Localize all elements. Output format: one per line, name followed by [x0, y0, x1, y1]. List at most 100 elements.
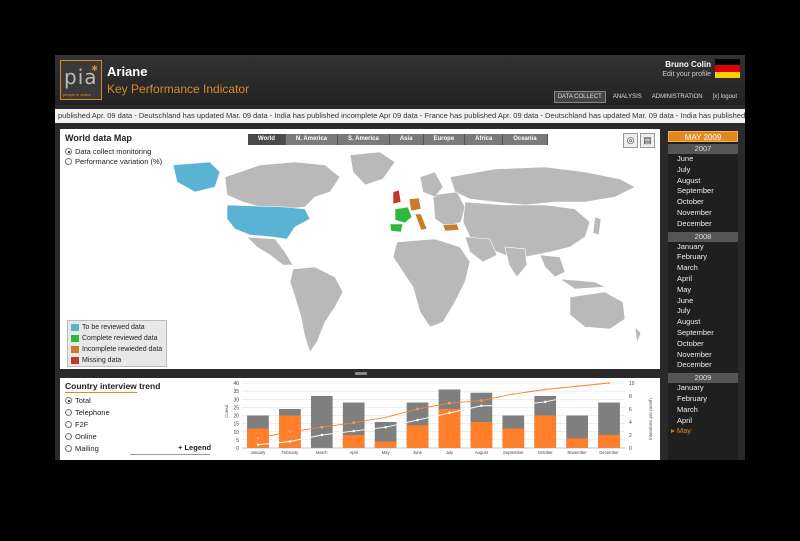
top-navigation: DATA COLLECT ANALYSIS ADMINISTRATION [x]…	[553, 91, 740, 103]
option-label: Mailing	[75, 444, 99, 453]
option-performance-variation[interactable]: Performance variation (%)	[65, 157, 162, 166]
tab-north-america[interactable]: N. America	[285, 134, 339, 145]
tab-africa[interactable]: Africa	[465, 134, 504, 145]
trend-point	[320, 433, 324, 437]
bar-segment	[342, 435, 365, 448]
x-tick-label: October	[538, 450, 554, 455]
panel-splitter-handle[interactable]	[355, 372, 367, 375]
radio-button[interactable]	[65, 148, 72, 155]
country-uk	[392, 189, 402, 205]
option-label: Data collect monitoring	[75, 147, 152, 156]
y-tick-label: 15	[233, 422, 239, 428]
user-name: Bruno Colin	[665, 60, 711, 69]
radio-button[interactable]	[65, 397, 72, 404]
calendar-month[interactable]: May	[668, 285, 738, 296]
country-italy	[414, 213, 428, 231]
option-total[interactable]: Total	[65, 396, 91, 405]
calendar-month[interactable]: January	[668, 383, 738, 394]
calendar-month[interactable]: February	[668, 252, 738, 263]
radio-button[interactable]	[65, 158, 72, 165]
period-calendar: MAY 2009 2007 June July August September Octob…	[668, 131, 738, 460]
option-telephone[interactable]: Telephone	[65, 408, 110, 417]
y2-tick-label: 6	[629, 407, 632, 413]
option-data-collect-monitoring[interactable]: Data collect monitoring	[65, 147, 151, 156]
calendar-year-2009[interactable]: 2009	[668, 373, 738, 384]
legend-label: Missing data	[82, 356, 122, 364]
calendar-month[interactable]: September	[668, 328, 738, 339]
calendar-month[interactable]: March	[668, 405, 738, 416]
calendar-month[interactable]: August	[668, 176, 738, 187]
tab-world[interactable]: World	[248, 134, 286, 145]
calendar-month[interactable]: March	[668, 263, 738, 274]
nav-data-collect[interactable]: DATA COLLECT	[553, 91, 606, 103]
trend-point	[607, 385, 611, 389]
trend-point	[448, 411, 451, 415]
calendar-year-2007[interactable]: 2007	[668, 144, 738, 154]
world-map-panel: World data Map World N. America S. Ameri…	[60, 129, 660, 369]
x-tick-label: January	[251, 450, 267, 455]
calendar-month[interactable]: April	[668, 274, 738, 285]
country-new-zealand	[634, 326, 642, 344]
calendar-month[interactable]: November	[668, 208, 738, 219]
calendar-month[interactable]: September	[668, 186, 738, 197]
trend-point	[512, 404, 515, 407]
nav-analysis[interactable]: ANALYSIS	[610, 92, 645, 102]
radio-button[interactable]	[65, 433, 72, 440]
radio-button[interactable]	[65, 445, 72, 452]
option-label: F2F	[75, 420, 89, 429]
calendar-month[interactable]: ▸ May	[668, 426, 738, 437]
legend-item: Missing data	[71, 355, 166, 365]
germany-flag-icon[interactable]	[715, 59, 740, 78]
logout-link[interactable]: [x] logout	[710, 92, 740, 102]
option-online[interactable]: Online	[65, 432, 97, 441]
table-icon[interactable]: ▤	[640, 133, 655, 148]
calendar-month[interactable]: August	[668, 317, 738, 328]
calendar-month[interactable]: October	[668, 197, 738, 208]
calendar-month[interactable]: June	[668, 154, 738, 165]
y-tick-label: 30	[233, 397, 239, 403]
option-label: Telephone	[75, 408, 110, 417]
country-canada	[224, 161, 341, 210]
tab-asia[interactable]: Asia	[389, 134, 424, 145]
y2-tick-label: 10	[629, 381, 635, 387]
selected-period-header[interactable]: MAY 2009	[668, 131, 738, 142]
legend-swatch	[71, 334, 79, 342]
country-greenland	[349, 151, 396, 186]
globe-icon[interactable]: ◎	[623, 133, 638, 148]
y2-tick-label: 4	[629, 420, 632, 426]
calendar-month[interactable]: January	[668, 242, 738, 253]
pia-logo: pia ✱ people in action	[60, 60, 102, 100]
nav-administration[interactable]: ADMINISTRATION	[649, 92, 706, 102]
flag-stripe	[715, 71, 740, 78]
radio-button[interactable]	[65, 409, 72, 416]
calendar-month[interactable]: February	[668, 394, 738, 405]
calendar-month[interactable]: December	[668, 219, 738, 230]
legend-toggle-button[interactable]: + Legend	[178, 443, 211, 452]
world-map[interactable]	[165, 147, 655, 362]
logo-subtext: people in action	[63, 92, 92, 97]
map-legend: To be reviewed data Complete reviewed da…	[67, 320, 167, 367]
calendar-month[interactable]: June	[668, 296, 738, 307]
calendar-month[interactable]: October	[668, 339, 738, 350]
calendar-month[interactable]: November	[668, 350, 738, 361]
calendar-month[interactable]: April	[668, 416, 738, 427]
calendar-month[interactable]: July	[668, 306, 738, 317]
country-japan	[592, 216, 602, 236]
calendar-month[interactable]: July	[668, 165, 738, 176]
x-tick-label: February	[281, 450, 299, 455]
y-tick-label: 25	[233, 405, 239, 411]
y2-axis-label: Interviews per month	[648, 398, 653, 440]
map-title: World data Map	[65, 133, 132, 143]
option-f2f[interactable]: F2F	[65, 420, 88, 429]
edit-profile-link[interactable]: Edit your profile	[662, 71, 711, 78]
tab-oceania[interactable]: Oceania	[503, 134, 548, 145]
radio-button[interactable]	[65, 421, 72, 428]
divider	[130, 454, 210, 455]
calendar-year-2008[interactable]: 2008	[668, 231, 738, 242]
calendar-month[interactable]: December	[668, 360, 738, 371]
tab-europe[interactable]: Europe	[423, 134, 466, 145]
option-mailing[interactable]: Mailing	[65, 444, 99, 453]
tab-south-america[interactable]: S. America	[338, 134, 390, 145]
country-southeast-asia	[539, 254, 566, 278]
country-africa	[392, 238, 471, 328]
